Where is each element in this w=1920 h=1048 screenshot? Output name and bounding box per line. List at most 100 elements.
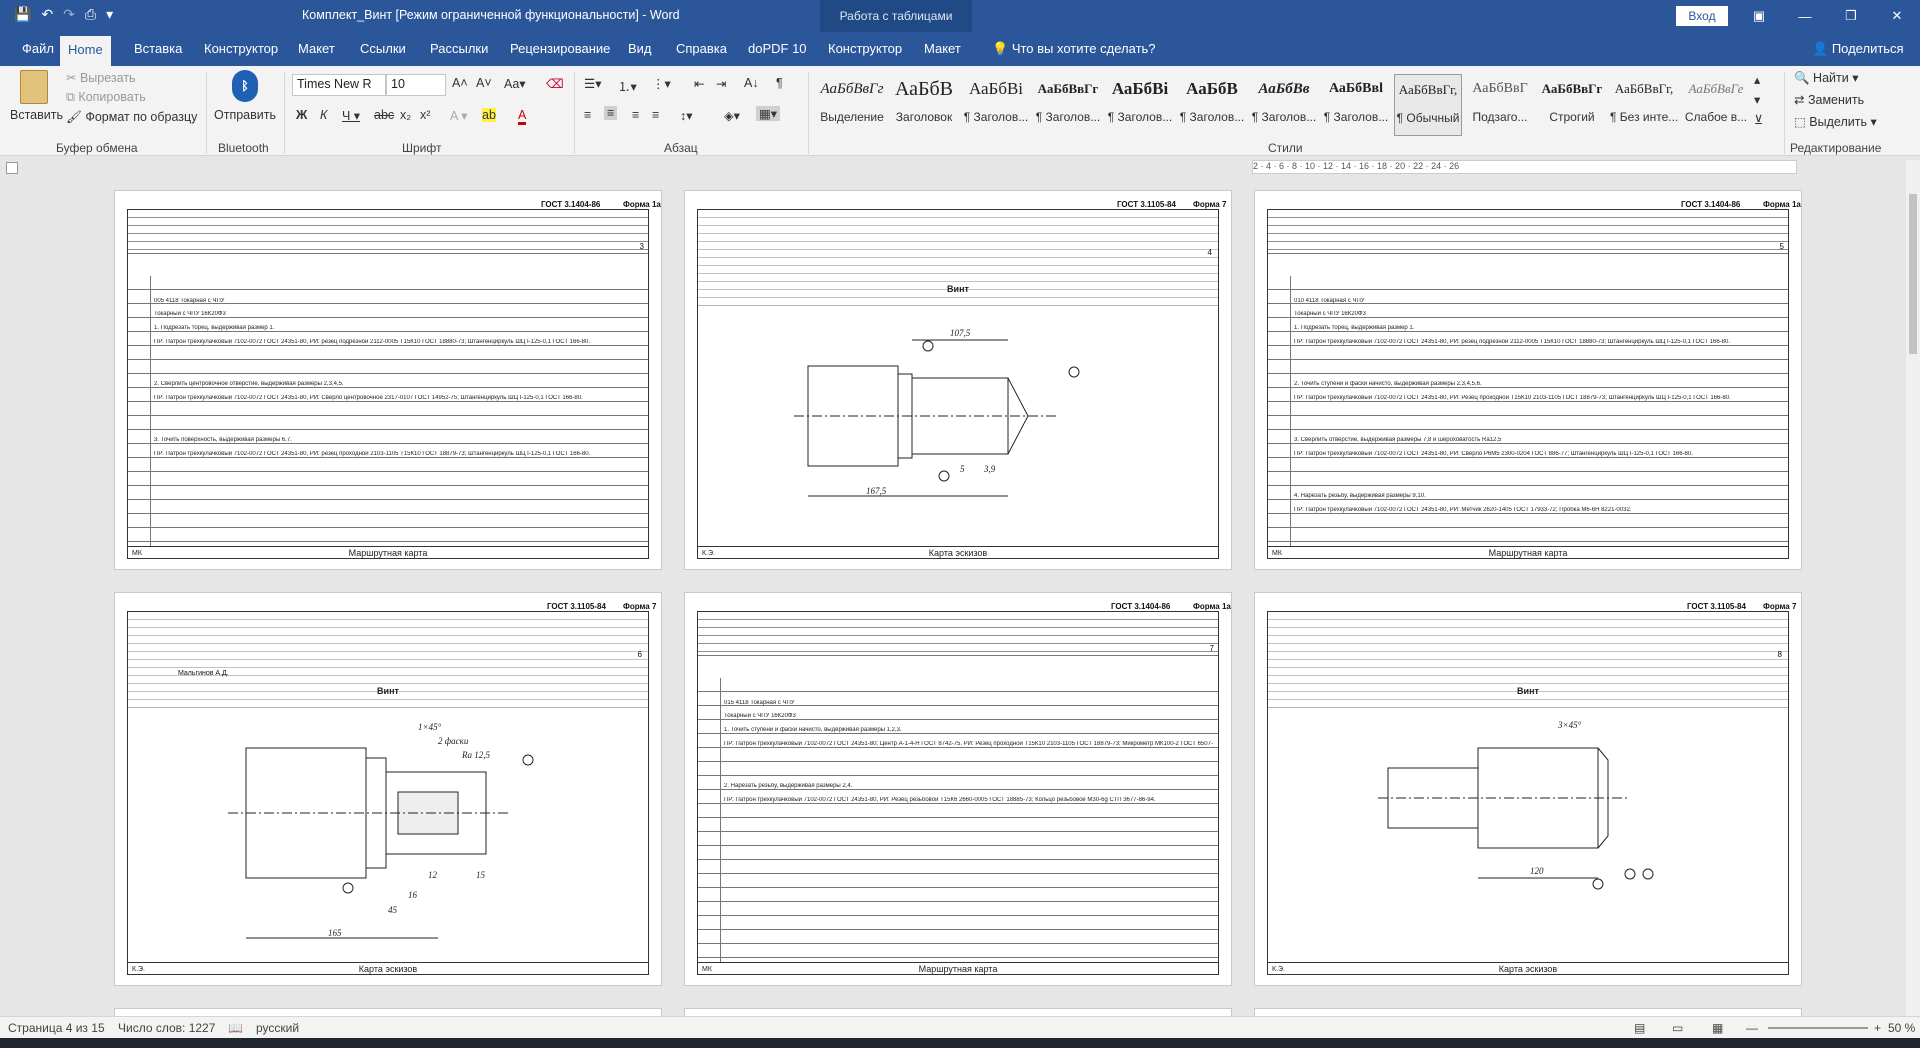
page[interactable]: ГОСТ 3.1404-86 Форма 1а 3 005 4118 Токар… xyxy=(114,190,662,570)
style-heading-1[interactable]: АаБбВі ¶ Заголов... xyxy=(962,74,1030,136)
page[interactable]: ГОСТ 3.1105-84 Форма 7 6 Мальгинов А.Д. … xyxy=(114,592,662,986)
style-heading-4[interactable]: АаБбВ ¶ Заголов... xyxy=(1178,74,1246,136)
paste-button[interactable]: Вставить xyxy=(10,70,63,122)
borders-icon[interactable]: ▦▾ xyxy=(756,106,781,121)
style-strong[interactable]: АаБбВвГг Строгий xyxy=(1538,74,1606,136)
style-normal[interactable]: АаБбВвГг, ¶ Обычный xyxy=(1394,74,1462,136)
style-title[interactable]: АаБбВ Заголовок xyxy=(890,74,958,136)
style-heading-5[interactable]: АаБбВв ¶ Заголов... xyxy=(1250,74,1318,136)
text-effects-icon[interactable]: A ▾ xyxy=(450,108,467,123)
tab-design[interactable]: Конструктор xyxy=(196,32,286,66)
minimize-icon[interactable]: — xyxy=(1782,0,1828,32)
tab-table-design[interactable]: Конструктор xyxy=(820,32,910,66)
scroll-thumb[interactable] xyxy=(1909,194,1917,354)
copy-button[interactable]: ⧉ Копировать xyxy=(66,90,146,105)
font-name-combo[interactable]: Times New R xyxy=(292,74,386,96)
styles-more-icon[interactable]: ⊻ xyxy=(1754,112,1763,127)
page-counter[interactable]: Страница 4 из 15 xyxy=(8,1021,105,1035)
bullets-icon[interactable]: ☰▾ xyxy=(584,76,601,91)
align-center-icon[interactable]: ≡ xyxy=(604,106,618,120)
justify-icon[interactable]: ≡ xyxy=(652,108,659,122)
select-button[interactable]: ⬚ Выделить ▾ xyxy=(1794,114,1877,129)
page[interactable] xyxy=(684,1008,1232,1016)
style-emphasis[interactable]: АаБбВвГг Выделение xyxy=(818,74,886,136)
close-icon[interactable]: ✕ xyxy=(1874,0,1920,32)
word-count[interactable]: Число слов: 1227 xyxy=(118,1021,215,1035)
superscript-icon[interactable]: x² xyxy=(420,108,430,122)
style-subtitle[interactable]: АаБбВвГ Подзаго... xyxy=(1466,74,1534,136)
redo-icon[interactable]: ↷ xyxy=(63,6,75,23)
font-color-icon[interactable]: A xyxy=(518,108,527,125)
print-layout-icon[interactable]: ▭ xyxy=(1672,1021,1683,1035)
proofing-icon[interactable]: 📖 xyxy=(228,1021,243,1035)
subscript-icon[interactable]: x₂ xyxy=(400,108,411,122)
bold-icon[interactable]: Ж xyxy=(296,108,307,122)
page[interactable] xyxy=(1254,1008,1802,1016)
page[interactable]: ГОСТ 3.1404-86 Форма 1а 7 015 4118 Токар… xyxy=(684,592,1232,986)
ribbon-display-icon[interactable]: ▣ xyxy=(1736,0,1782,32)
zoom-level[interactable]: 50 % xyxy=(1888,1021,1915,1035)
tab-view[interactable]: Вид xyxy=(620,32,660,66)
shrink-font-icon[interactable]: A˅ xyxy=(476,76,492,90)
undo-icon[interactable]: ↶ xyxy=(41,6,53,23)
decrease-indent-icon[interactable]: ⇤ xyxy=(694,76,704,91)
shading-icon[interactable]: ◈▾ xyxy=(724,108,740,123)
vertical-scrollbar[interactable] xyxy=(1906,160,1920,1016)
tab-selector[interactable] xyxy=(6,162,18,174)
font-size-combo[interactable]: 10 xyxy=(386,74,446,96)
tab-insert[interactable]: Вставка xyxy=(126,32,190,66)
tab-file[interactable]: Файл xyxy=(14,32,62,66)
language[interactable]: русский xyxy=(256,1021,299,1035)
restore-icon[interactable]: ❐ xyxy=(1828,0,1874,32)
save-icon[interactable]: 💾 xyxy=(14,6,31,23)
tab-dopdf[interactable]: doPDF 10 xyxy=(740,32,815,66)
zoom-in-icon[interactable]: + xyxy=(1874,1021,1881,1035)
line-spacing-icon[interactable]: ↕▾ xyxy=(680,108,693,123)
underline-icon[interactable]: Ч ▾ xyxy=(342,108,360,123)
page[interactable]: ГОСТ 3.1105-84 Форма 7 4 Винт 167,5 107,… xyxy=(684,190,1232,570)
share-button[interactable]: 👤 Поделиться xyxy=(1812,41,1904,57)
style-heading-3[interactable]: АаБбВі ¶ Заголов... xyxy=(1106,74,1174,136)
format-painter-button[interactable]: 🖌 Формат по образцу xyxy=(66,110,197,125)
tab-mailings[interactable]: Рассылки xyxy=(422,32,496,66)
align-left-icon[interactable]: ≡ xyxy=(584,108,591,122)
styles-scroll-down-icon[interactable]: ▾ xyxy=(1754,92,1760,107)
show-marks-icon[interactable]: ¶ xyxy=(776,76,783,90)
clear-formatting-icon[interactable]: ⌫ xyxy=(546,76,564,91)
align-right-icon[interactable]: ≡ xyxy=(632,108,639,122)
highlight-icon[interactable]: ab xyxy=(482,108,496,122)
customize-qat-icon[interactable]: ▾ xyxy=(106,6,113,23)
tell-me-search[interactable]: 💡 Что вы хотите сделать? xyxy=(992,41,1156,57)
multilevel-list-icon[interactable]: ⋮▾ xyxy=(652,76,671,91)
increase-indent-icon[interactable]: ⇥ xyxy=(716,76,726,91)
tab-home[interactable]: Home xyxy=(60,36,111,66)
tab-references[interactable]: Ссылки xyxy=(352,32,414,66)
grow-font-icon[interactable]: A˄ xyxy=(452,76,468,90)
tab-table-layout[interactable]: Макет xyxy=(916,32,969,66)
tab-review[interactable]: Рецензирование xyxy=(502,32,618,66)
sort-icon[interactable]: A↓ xyxy=(744,76,759,90)
zoom-out-icon[interactable]: — xyxy=(1746,1021,1758,1035)
replace-button[interactable]: ⇄ Заменить xyxy=(1794,92,1864,107)
style-heading-6[interactable]: АаБбВвl ¶ Заголов... xyxy=(1322,74,1390,136)
page[interactable] xyxy=(114,1008,662,1016)
find-button[interactable]: 🔍 Найти ▾ xyxy=(1794,70,1858,86)
page[interactable]: ГОСТ 3.1105-84 Форма 7 8 Винт 120 3×45° … xyxy=(1254,592,1802,986)
cut-button[interactable]: ✂ Вырезать xyxy=(66,70,136,85)
numbering-icon[interactable]: ⒈▾ xyxy=(618,76,637,95)
tab-help[interactable]: Справка xyxy=(668,32,735,66)
style-no-spacing[interactable]: АаБбВвГг, ¶ Без инте... xyxy=(1610,74,1678,136)
web-layout-icon[interactable]: ▦ xyxy=(1712,1021,1723,1035)
login-button[interactable]: Вход xyxy=(1676,6,1728,26)
bluetooth-send-button[interactable]: ᛒ Отправить xyxy=(214,70,276,122)
horizontal-ruler[interactable]: 2 · 4 · 6 · 8 · 10 · 12 · 14 · 16 · 18 ·… xyxy=(1252,160,1797,174)
print-preview-icon[interactable]: ⎙ xyxy=(85,6,96,23)
zoom-slider[interactable] xyxy=(1768,1027,1868,1029)
style-heading-2[interactable]: АаБбВвГг ¶ Заголов... xyxy=(1034,74,1102,136)
tab-layout[interactable]: Макет xyxy=(290,32,343,66)
page[interactable]: ГОСТ 3.1404-86 Форма 1а 5 010 4118 Токар… xyxy=(1254,190,1802,570)
italic-icon[interactable]: К xyxy=(320,108,327,122)
strikethrough-icon[interactable]: abc xyxy=(374,108,394,122)
style-subtle-emphasis[interactable]: АаБбВвГе Слабое в... xyxy=(1682,74,1750,136)
styles-scroll-up-icon[interactable]: ▴ xyxy=(1754,72,1760,87)
